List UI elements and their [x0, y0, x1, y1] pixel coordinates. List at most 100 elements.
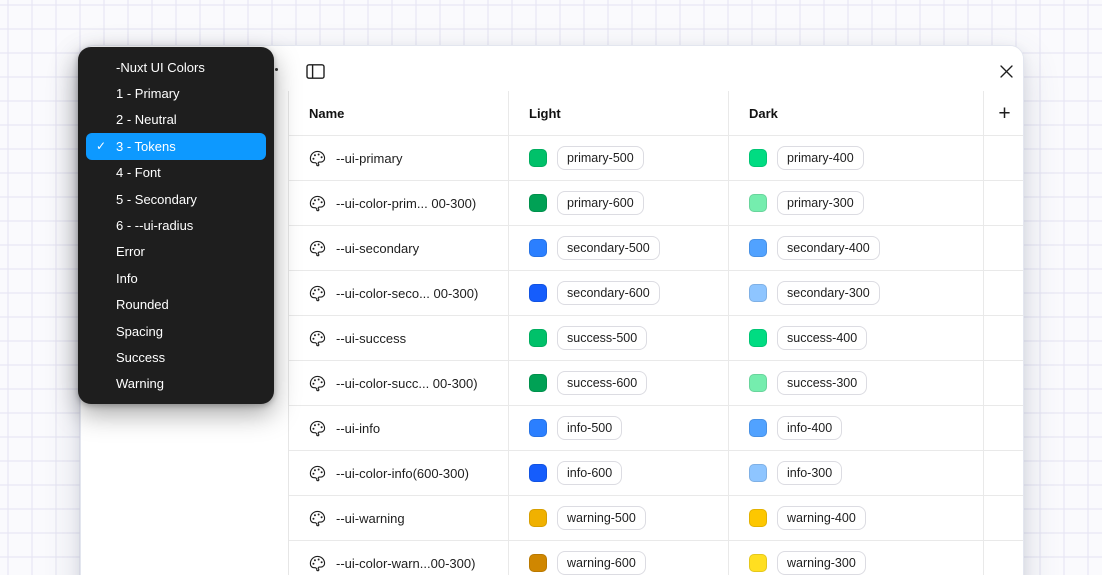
menu-item-6-ui-radius[interactable]: 6 - --ui-radius	[78, 212, 274, 238]
light-token-chip[interactable]: success-600	[557, 371, 647, 395]
variable-name: --ui-info	[336, 421, 380, 436]
menu-item-label: Success	[116, 350, 165, 365]
light-token-chip-label: warning-600	[567, 556, 636, 570]
sidebar-toggle-icon	[306, 63, 325, 80]
dark-cell: primary-400	[729, 136, 984, 180]
menu-item-3-tokens[interactable]: ✓ 3 - Tokens	[86, 133, 266, 159]
menu-item-label: 6 - --ui-radius	[116, 218, 193, 233]
sidebar-toggle-button[interactable]	[301, 57, 329, 85]
menu-item-5-secondary[interactable]: 5 - Secondary	[78, 186, 274, 212]
dark-cell: success-300	[729, 361, 984, 405]
dark-token-chip[interactable]: info-400	[777, 416, 842, 440]
variable-name: --ui-primary	[336, 151, 402, 166]
light-token-chip[interactable]: secondary-500	[557, 236, 660, 260]
variable-row[interactable]: --ui-success success-500 success-400	[289, 316, 1024, 361]
variable-row[interactable]: --ui-warning warning-500 warning-400	[289, 496, 1024, 541]
name-cell[interactable]: --ui-success	[289, 316, 509, 360]
variable-row[interactable]: --ui-color-prim... 00-300) primary-600 p…	[289, 181, 1024, 226]
dark-token-chip[interactable]: primary-400	[777, 146, 864, 170]
close-panel-button[interactable]	[992, 57, 1020, 85]
light-color-swatch[interactable]	[529, 509, 547, 527]
menu-item-warning[interactable]: Warning	[78, 371, 274, 397]
dark-token-chip[interactable]: secondary-400	[777, 236, 880, 260]
dark-token-chip[interactable]: warning-300	[777, 551, 866, 575]
name-cell[interactable]: --ui-primary	[289, 136, 509, 180]
light-color-swatch[interactable]	[529, 464, 547, 482]
light-color-swatch[interactable]	[529, 239, 547, 257]
name-cell[interactable]: --ui-color-succ... 00-300)	[289, 361, 509, 405]
palette-icon	[309, 240, 326, 257]
name-cell[interactable]: --ui-color-warn...00-300)	[289, 541, 509, 575]
light-color-swatch[interactable]	[529, 374, 547, 392]
dark-token-chip-label: secondary-300	[787, 286, 870, 300]
dark-color-swatch[interactable]	[749, 554, 767, 572]
name-cell[interactable]: --ui-info	[289, 406, 509, 450]
variable-row[interactable]: --ui-color-info(600-300) info-600 info-3…	[289, 451, 1024, 496]
light-token-chip[interactable]: warning-500	[557, 506, 646, 530]
name-cell[interactable]: --ui-color-info(600-300)	[289, 451, 509, 495]
light-token-chip[interactable]: primary-600	[557, 191, 644, 215]
dark-token-chip[interactable]: success-300	[777, 371, 867, 395]
menu-item-2-neutral[interactable]: 2 - Neutral	[78, 107, 274, 133]
name-cell[interactable]: --ui-color-prim... 00-300)	[289, 181, 509, 225]
light-token-chip-label: success-600	[567, 376, 637, 390]
dark-color-swatch[interactable]	[749, 284, 767, 302]
column-header-dark: Dark	[729, 91, 984, 135]
menu-item-error[interactable]: Error	[78, 239, 274, 265]
menu-item-spacing[interactable]: Spacing	[78, 318, 274, 344]
light-token-chip[interactable]: primary-500	[557, 146, 644, 170]
light-token-chip[interactable]: info-500	[557, 416, 622, 440]
collections-dropdown-menu: -Nuxt UI Colors 1 - Primary 2 - Neutral …	[78, 47, 274, 404]
dark-color-swatch[interactable]	[749, 239, 767, 257]
light-color-swatch[interactable]	[529, 419, 547, 437]
light-color-swatch[interactable]	[529, 554, 547, 572]
light-color-swatch[interactable]	[529, 329, 547, 347]
light-token-chip[interactable]: warning-600	[557, 551, 646, 575]
variable-row[interactable]: --ui-secondary secondary-500 secondary-4…	[289, 226, 1024, 271]
variable-name: --ui-warning	[336, 511, 405, 526]
dark-token-chip[interactable]: secondary-300	[777, 281, 880, 305]
menu-item-info[interactable]: Info	[78, 265, 274, 291]
dark-color-swatch[interactable]	[749, 464, 767, 482]
dark-token-chip[interactable]: primary-300	[777, 191, 864, 215]
dark-token-chip-label: info-400	[787, 421, 832, 435]
name-cell[interactable]: --ui-warning	[289, 496, 509, 540]
light-color-swatch[interactable]	[529, 149, 547, 167]
menu-item-nuxt-ui-colors[interactable]: -Nuxt UI Colors	[78, 54, 274, 80]
column-header-light: Light	[509, 91, 729, 135]
menu-item-1-primary[interactable]: 1 - Primary	[78, 80, 274, 106]
variable-row[interactable]: --ui-color-warn...00-300) warning-600 wa…	[289, 541, 1024, 575]
light-token-chip[interactable]: info-600	[557, 461, 622, 485]
dark-color-swatch[interactable]	[749, 509, 767, 527]
variable-name: --ui-color-warn...00-300)	[336, 556, 475, 571]
dark-color-swatch[interactable]	[749, 329, 767, 347]
add-mode-button[interactable]: +	[990, 98, 1020, 128]
menu-item-success[interactable]: Success	[78, 344, 274, 370]
variable-row[interactable]: --ui-primary primary-500 primary-400	[289, 136, 1024, 181]
dark-color-swatch[interactable]	[749, 374, 767, 392]
empty-cell	[984, 496, 1024, 540]
name-cell[interactable]: --ui-color-seco... 00-300)	[289, 271, 509, 315]
check-icon: ✓	[96, 139, 106, 153]
light-color-swatch[interactable]	[529, 284, 547, 302]
variable-row[interactable]: --ui-info info-500 info-400	[289, 406, 1024, 451]
light-token-chip[interactable]: success-500	[557, 326, 647, 350]
light-color-swatch[interactable]	[529, 194, 547, 212]
light-token-chip-label: info-500	[567, 421, 612, 435]
dark-token-chip[interactable]: info-300	[777, 461, 842, 485]
dark-color-swatch[interactable]	[749, 194, 767, 212]
light-cell: secondary-500	[509, 226, 729, 270]
menu-item-4-font[interactable]: 4 - Font	[78, 160, 274, 186]
dark-token-chip[interactable]: success-400	[777, 326, 867, 350]
dark-color-swatch[interactable]	[749, 149, 767, 167]
menu-item-rounded[interactable]: Rounded	[78, 292, 274, 318]
variable-row[interactable]: --ui-color-seco... 00-300) secondary-600…	[289, 271, 1024, 316]
dark-color-swatch[interactable]	[749, 419, 767, 437]
dark-token-chip[interactable]: warning-400	[777, 506, 866, 530]
light-token-chip-label: success-500	[567, 331, 637, 345]
name-cell[interactable]: --ui-secondary	[289, 226, 509, 270]
light-token-chip-label: info-600	[567, 466, 612, 480]
variable-row[interactable]: --ui-color-succ... 00-300) success-600 s…	[289, 361, 1024, 406]
light-token-chip[interactable]: secondary-600	[557, 281, 660, 305]
light-cell: info-600	[509, 451, 729, 495]
